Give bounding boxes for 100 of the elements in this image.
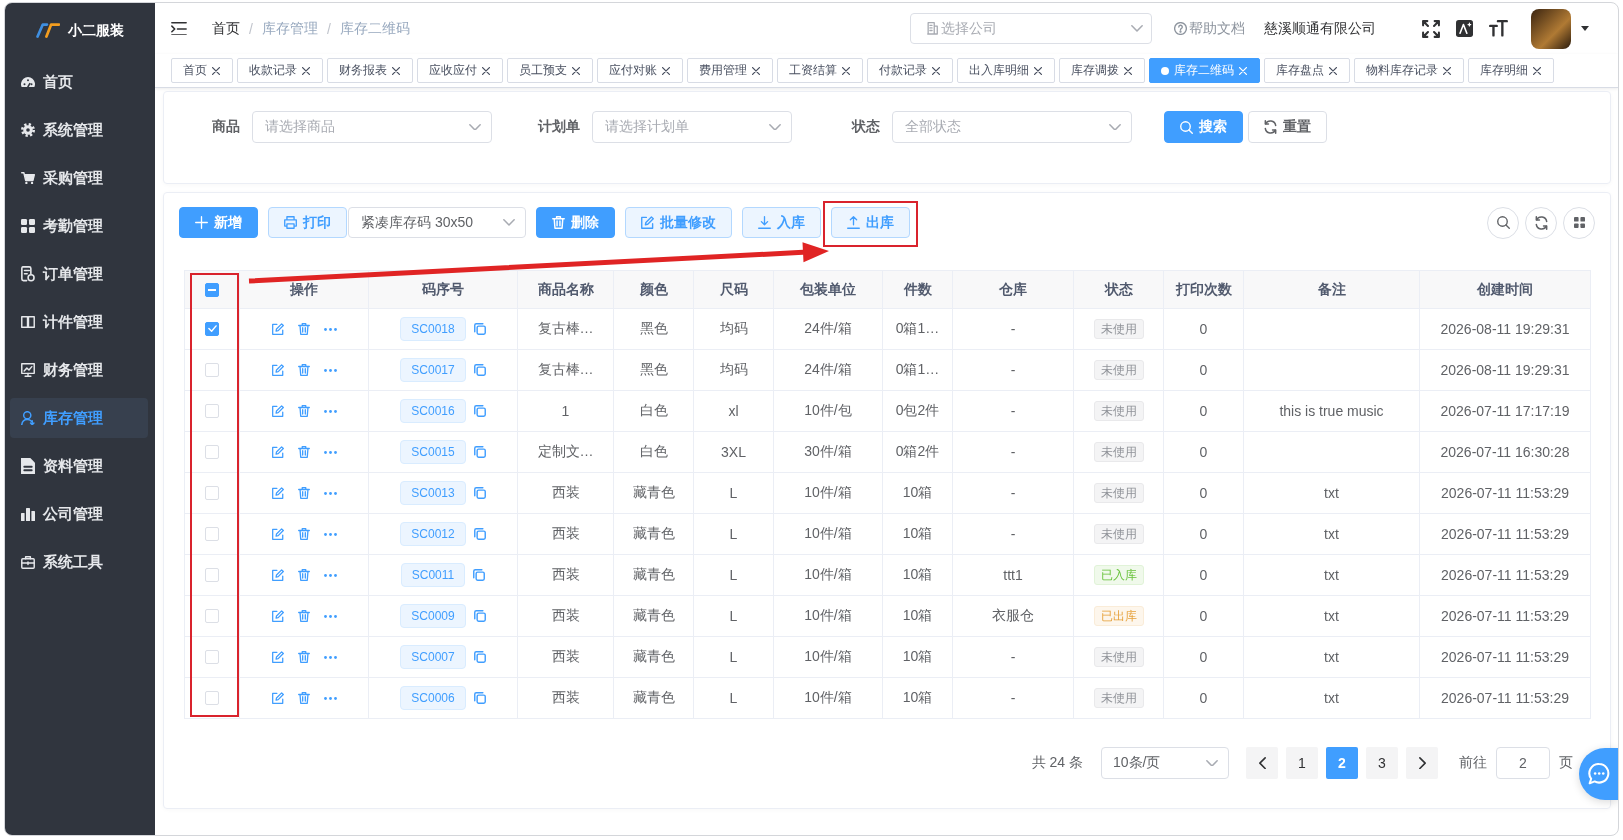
trash-icon[interactable]: [297, 610, 310, 622]
sidebar-item[interactable]: 资料管理: [10, 446, 148, 486]
tab[interactable]: 库存盘点: [1264, 58, 1350, 83]
caret-icon[interactable]: [1581, 26, 1589, 31]
next-page-button[interactable]: [1406, 747, 1438, 779]
copy-icon[interactable]: [473, 692, 486, 704]
copy-icon[interactable]: [473, 364, 486, 376]
tab[interactable]: 费用管理: [687, 58, 773, 83]
close-icon[interactable]: [302, 66, 310, 75]
copy-icon[interactable]: [473, 528, 486, 540]
copy-icon[interactable]: [473, 323, 486, 335]
columns-button[interactable]: [1563, 206, 1595, 239]
edit-icon[interactable]: [271, 528, 284, 540]
breadcrumb-item[interactable]: 首页: [212, 19, 240, 38]
trash-icon[interactable]: [297, 692, 310, 704]
close-icon[interactable]: [1034, 66, 1042, 75]
edit-icon[interactable]: [271, 487, 284, 499]
font-size-icon[interactable]: [1489, 20, 1508, 37]
translate-icon[interactable]: [1456, 20, 1473, 37]
copy-icon[interactable]: [473, 610, 486, 622]
tab[interactable]: 物料库存记录: [1354, 58, 1464, 83]
select-all-checkbox[interactable]: [205, 282, 219, 297]
close-icon[interactable]: [1124, 66, 1132, 75]
more-icon[interactable]: [323, 327, 337, 331]
close-icon[interactable]: [752, 66, 760, 75]
more-icon[interactable]: [323, 573, 337, 577]
more-icon[interactable]: [323, 655, 337, 659]
edit-icon[interactable]: [271, 610, 284, 622]
edit-icon[interactable]: [271, 405, 284, 417]
tab[interactable]: 库存明细: [1468, 58, 1554, 83]
edit-icon[interactable]: [271, 323, 284, 335]
more-icon[interactable]: [323, 450, 337, 454]
row-checkbox[interactable]: [205, 322, 219, 336]
sidebar-item[interactable]: 考勤管理: [10, 206, 148, 246]
close-icon[interactable]: [392, 66, 400, 75]
page-button[interactable]: 1: [1286, 747, 1318, 779]
page-input[interactable]: 2: [1496, 747, 1550, 779]
sidebar-item[interactable]: 系统管理: [10, 110, 148, 150]
more-icon[interactable]: [323, 532, 337, 536]
copy-icon[interactable]: [473, 487, 486, 499]
tab[interactable]: 财务报表: [327, 58, 413, 83]
copy-icon[interactable]: [473, 446, 486, 458]
refresh-button[interactable]: [1525, 206, 1557, 239]
prev-page-button[interactable]: [1246, 747, 1278, 779]
more-icon[interactable]: [323, 696, 337, 700]
trash-icon[interactable]: [297, 323, 310, 335]
sidebar-item[interactable]: 库存管理: [10, 398, 148, 438]
page-size-select[interactable]: 10条/页: [1101, 747, 1229, 779]
tab[interactable]: 收款记录: [237, 58, 323, 83]
trash-icon[interactable]: [297, 405, 310, 417]
avatar-image[interactable]: [1531, 8, 1571, 49]
sidebar-item[interactable]: 计件管理: [10, 302, 148, 342]
trash-icon[interactable]: [297, 446, 310, 458]
edit-icon[interactable]: [271, 651, 284, 663]
trash-icon[interactable]: [297, 364, 310, 376]
sidebar-item[interactable]: 采购管理: [10, 158, 148, 198]
sidebar-item[interactable]: 订单管理: [10, 254, 148, 294]
more-icon[interactable]: [323, 491, 337, 495]
table-cell: 0: [1163, 595, 1244, 637]
label-size-select[interactable]: 紧凑库存码 30x50: [348, 207, 526, 238]
edit-icon[interactable]: [271, 692, 284, 704]
reset-button[interactable]: 重置: [1248, 111, 1327, 143]
tab[interactable]: 应收应付: [417, 58, 503, 83]
copy-icon[interactable]: [473, 405, 486, 417]
more-icon[interactable]: [323, 409, 337, 413]
tab[interactable]: 工资结算: [777, 58, 863, 83]
close-icon[interactable]: [212, 66, 220, 75]
sidebar-item[interactable]: 公司管理: [10, 494, 148, 534]
close-icon[interactable]: [1533, 66, 1541, 75]
trash-icon[interactable]: [297, 528, 310, 540]
close-icon[interactable]: [662, 66, 670, 75]
tab[interactable]: 出入库明细: [957, 58, 1055, 83]
page-button[interactable]: 3: [1366, 747, 1398, 779]
tab[interactable]: 库存调拨: [1059, 58, 1145, 83]
close-icon[interactable]: [842, 66, 850, 75]
sidebar-item[interactable]: 首页: [10, 62, 148, 102]
menu-fold-icon[interactable]: [171, 21, 187, 36]
close-icon[interactable]: [572, 66, 580, 75]
search-toggle-button[interactable]: [1487, 206, 1519, 239]
trash-icon[interactable]: [297, 569, 310, 581]
fullscreen-icon[interactable]: [1422, 19, 1440, 38]
sidebar-item[interactable]: 系统工具: [10, 542, 148, 582]
copy-icon[interactable]: [473, 569, 486, 581]
trash-icon[interactable]: [297, 651, 310, 663]
close-icon[interactable]: [1443, 66, 1451, 75]
tab[interactable]: 员工预支: [507, 58, 593, 83]
tab[interactable]: 首页: [171, 58, 233, 83]
edit-icon[interactable]: [271, 364, 284, 376]
sidebar-item[interactable]: 财务管理: [10, 350, 148, 390]
tab[interactable]: 应付对账: [597, 58, 683, 83]
more-icon[interactable]: [323, 368, 337, 372]
close-icon[interactable]: [482, 66, 490, 75]
trash-icon[interactable]: [297, 487, 310, 499]
copy-icon[interactable]: [473, 651, 486, 663]
edit-icon[interactable]: [271, 446, 284, 458]
tab[interactable]: 付款记录: [867, 58, 953, 83]
close-icon[interactable]: [1329, 66, 1337, 75]
close-icon[interactable]: [932, 66, 940, 75]
more-icon[interactable]: [323, 614, 337, 618]
edit-icon[interactable]: [271, 569, 284, 581]
